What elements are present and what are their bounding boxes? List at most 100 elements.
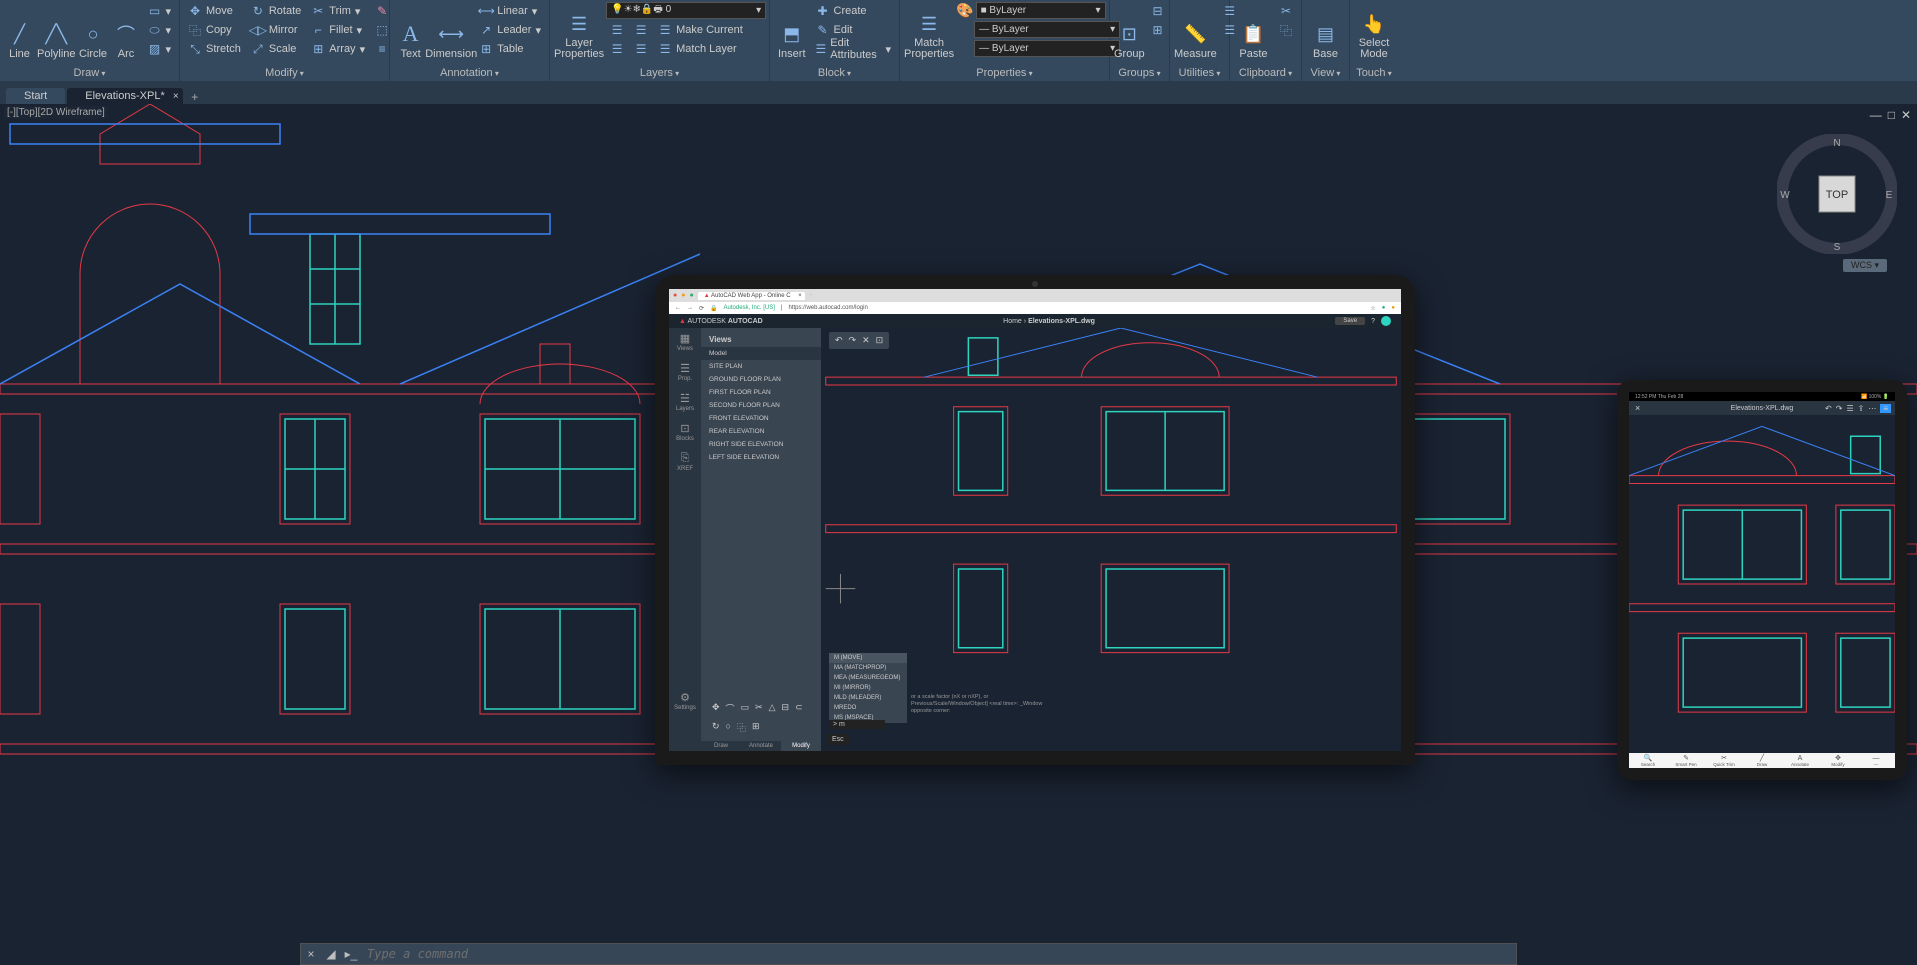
tablet-tool[interactable]: ╱Draw <box>1743 753 1781 768</box>
trim-button[interactable]: ✂Trim ▾ <box>307 2 369 20</box>
copy-clip-button[interactable]: ⿻ <box>1275 21 1297 39</box>
cut-button[interactable]: ✂ <box>1275 2 1297 20</box>
nav-settings[interactable]: ⚙Settings <box>674 691 696 711</box>
web-circle-button[interactable]: ○ <box>726 721 731 734</box>
view-item[interactable]: RIGHT SIDE ELEVATION <box>701 438 821 451</box>
layers-panel-title[interactable]: Layers <box>554 65 765 81</box>
match-properties-button[interactable]: ☰Match Properties <box>904 2 954 60</box>
bottom-tab[interactable]: Draw <box>701 741 741 751</box>
tablet-tool[interactable]: 🔍Search <box>1629 753 1667 768</box>
web-offset-button[interactable]: ⊟ <box>782 702 790 715</box>
insert-button[interactable]: ⬒Insert <box>774 2 810 60</box>
linetype-selector[interactable]: — ByLayer▾ <box>974 40 1120 57</box>
move-button[interactable]: ✥Move <box>184 2 245 20</box>
fillet-button[interactable]: ⌐Fillet ▾ <box>307 21 369 39</box>
copy-button[interactable]: ⿻Copy <box>184 21 245 39</box>
measure-button[interactable]: 📏Measure <box>1174 2 1217 60</box>
t-more[interactable]: ⋯ <box>1868 404 1876 413</box>
mirror-button[interactable]: ◁▷Mirror <box>247 21 305 39</box>
circle-button[interactable]: ○Circle <box>78 2 109 60</box>
annotation-panel-title[interactable]: Annotation <box>394 65 545 81</box>
command-input[interactable] <box>361 947 1516 961</box>
web-arc-button[interactable]: ⌒ <box>726 702 735 715</box>
array-button[interactable]: ⊞Array ▾ <box>307 40 369 58</box>
t-share[interactable]: ⇪ <box>1858 404 1865 413</box>
cmd-customize-button[interactable]: ◢ <box>321 947 341 961</box>
nav-layers[interactable]: ☱Layers <box>676 392 694 412</box>
group-button[interactable]: ⊡Group <box>1114 2 1145 60</box>
groups-panel-title[interactable]: Groups <box>1114 65 1165 81</box>
avatar[interactable] <box>1381 316 1391 326</box>
view-item[interactable]: SECOND FLOOR PLAN <box>701 399 821 412</box>
make-current-button[interactable]: ☰Make Current <box>654 21 747 39</box>
tablet-tool[interactable]: —— <box>1857 753 1895 768</box>
nav-xref[interactable]: ⎘XREF <box>677 452 693 472</box>
layer-selector[interactable]: 💡☀❄🔒🖶 0▾ <box>606 2 766 19</box>
t-undo[interactable]: ↶ <box>1825 404 1832 413</box>
modify-panel-title[interactable]: Modify <box>184 65 385 81</box>
new-tab-button[interactable]: + <box>809 292 813 299</box>
maximize-button[interactable]: □ <box>1888 108 1895 122</box>
layer-lock-button[interactable]: ☰ <box>630 40 652 58</box>
web-fillet-button[interactable]: ⊂ <box>795 702 803 715</box>
reload-button[interactable]: ⟳ <box>699 305 704 312</box>
breadcrumb[interactable]: Home › Elevations-XPL.dwg <box>1003 318 1095 325</box>
view-item[interactable]: FIRST FLOOR PLAN <box>701 386 821 399</box>
autocomplete-item[interactable]: MA (MATCHPROP) <box>829 663 907 673</box>
polyline-button[interactable]: ╱╲Polyline <box>37 2 76 60</box>
tablet-tool[interactable]: AAnnotate <box>1781 753 1819 768</box>
line-button[interactable]: ╱Line <box>4 2 35 60</box>
properties-panel-title[interactable]: Properties <box>904 65 1105 81</box>
bottom-tab[interactable]: Modify <box>781 741 821 751</box>
rotate-button[interactable]: ↻Rotate <box>247 2 305 20</box>
cmd-close-button[interactable]: × <box>301 947 321 961</box>
stretch-button[interactable]: ⤡Stretch <box>184 40 245 58</box>
web-trim-button[interactable]: ✂ <box>755 702 763 715</box>
t-menu[interactable]: ≡ <box>1880 404 1891 413</box>
web-array-button[interactable]: ⊞ <box>752 721 760 734</box>
block-panel-title[interactable]: Block <box>774 65 895 81</box>
view-item[interactable]: REAR ELEVATION <box>701 425 821 438</box>
text-button[interactable]: AText <box>394 2 427 60</box>
lineweight-selector[interactable]: — ByLayer▾ <box>974 21 1120 38</box>
layer-freeze-button[interactable]: ☰ <box>630 21 652 39</box>
autocomplete-item[interactable]: MEA (MEASUREGEOM) <box>829 673 907 683</box>
bottom-tab[interactable]: Annotate <box>741 741 781 751</box>
tablet-tool[interactable]: ✂Quick Trim <box>1705 753 1743 768</box>
autocomplete-item[interactable]: MREDO <box>829 703 907 713</box>
select-mode-button[interactable]: 👆Select Mode <box>1354 2 1394 60</box>
nav-views[interactable]: ▦Views <box>677 332 693 352</box>
webapp-canvas[interactable]: ↶↷✕⊡ M (MOVE)MA (MATCHPROP)MEA (MEASUREG… <box>821 328 1401 751</box>
rect-button[interactable]: ▭▾ <box>143 2 175 20</box>
view-item[interactable]: Model <box>701 347 821 360</box>
back-button[interactable]: ← <box>675 305 681 311</box>
dimension-button[interactable]: ⟷Dimension <box>429 2 473 60</box>
layer-iso-button[interactable]: ☰ <box>606 21 628 39</box>
add-tab-button[interactable]: + <box>185 90 205 104</box>
base-button[interactable]: ▤Base <box>1306 2 1345 60</box>
wcs-badge[interactable]: WCS ▾ <box>1843 259 1887 272</box>
snap-button[interactable]: ✕ <box>862 335 870 346</box>
t-redo[interactable]: ↷ <box>1836 404 1843 413</box>
help-icon[interactable]: ? <box>1371 318 1375 325</box>
autocomplete-item[interactable]: MLD (MLEADER) <box>829 693 907 703</box>
web-mirror-button[interactable]: △ <box>769 702 776 715</box>
web-rotate-button[interactable]: ↻ <box>712 721 720 734</box>
create-button[interactable]: ✚Create <box>812 2 895 20</box>
table-button[interactable]: ⊞Table <box>475 40 545 58</box>
ellipse-button[interactable]: ⬭▾ <box>143 21 175 39</box>
autocomplete-item[interactable]: M (MOVE) <box>829 653 907 663</box>
view-item[interactable]: FRONT ELEVATION <box>701 412 821 425</box>
web-rect-button[interactable]: ▭ <box>741 702 750 715</box>
touch-panel-title[interactable]: Touch <box>1354 65 1394 81</box>
tablet-tool[interactable]: ✥Modify <box>1819 753 1857 768</box>
web-copy-button[interactable]: ⿻ <box>737 721 746 734</box>
t-layers[interactable]: ☰ <box>1846 404 1853 413</box>
tablet-close-button[interactable]: × <box>1635 403 1640 413</box>
ungroup-button[interactable]: ⊟ <box>1147 2 1169 20</box>
tab-start[interactable]: Start <box>6 88 65 104</box>
scale-button[interactable]: ⤢Scale <box>247 40 305 58</box>
redo-button[interactable]: ↷ <box>849 335 857 346</box>
utilities-panel-title[interactable]: Utilities <box>1174 65 1225 81</box>
view-item[interactable]: SITE PLAN <box>701 360 821 373</box>
